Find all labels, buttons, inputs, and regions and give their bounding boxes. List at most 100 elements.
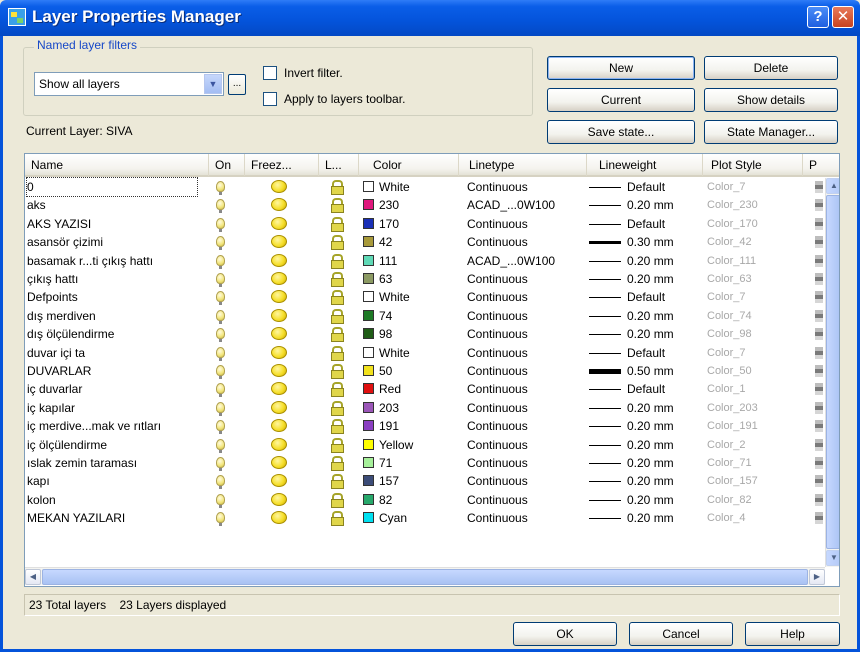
- layer-color[interactable]: 82: [363, 491, 453, 509]
- layer-color[interactable]: 42: [363, 233, 453, 251]
- layer-name[interactable]: ıslak zemin taraması: [27, 454, 197, 472]
- show-details-button[interactable]: Show details: [704, 88, 838, 112]
- column-header-plot-style[interactable]: Plot Style: [703, 154, 803, 176]
- layer-freeze-toggle[interactable]: [265, 491, 293, 509]
- layer-freeze-toggle[interactable]: [265, 215, 293, 233]
- layer-lineweight[interactable]: Default: [589, 380, 709, 398]
- layer-freeze-toggle[interactable]: [265, 344, 293, 362]
- column-header-color[interactable]: Color: [359, 154, 459, 176]
- layer-row[interactable]: dış ölçülendirme 98 Continuous 0.20 mm Color…: [25, 325, 825, 343]
- layer-lineweight[interactable]: 0.50 mm: [589, 362, 709, 380]
- layer-on-toggle[interactable]: [209, 215, 231, 233]
- layer-linetype[interactable]: Continuous: [467, 399, 571, 417]
- layer-freeze-toggle[interactable]: [265, 472, 293, 490]
- layer-color[interactable]: 230: [363, 196, 453, 214]
- close-button[interactable]: ✕: [832, 6, 854, 28]
- layer-freeze-toggle[interactable]: [265, 196, 293, 214]
- layer-row[interactable]: MEKAN YAZILARI Cyan Continuous 0.20 mm Color…: [25, 509, 825, 527]
- layer-row[interactable]: kolon 82 Continuous 0.20 mm Color_82: [25, 491, 825, 509]
- layer-freeze-toggle[interactable]: [265, 233, 293, 251]
- layer-lock-toggle[interactable]: [331, 380, 347, 398]
- layer-linetype[interactable]: Continuous: [467, 344, 571, 362]
- layer-lock-toggle[interactable]: [331, 196, 347, 214]
- layer-lock-toggle[interactable]: [331, 399, 347, 417]
- layer-freeze-toggle[interactable]: [265, 380, 293, 398]
- layer-name[interactable]: 0: [26, 177, 198, 197]
- layer-row[interactable]: çıkış hattı 63 Continuous 0.20 mm Color_63: [25, 270, 825, 288]
- layer-freeze-toggle[interactable]: [265, 417, 293, 435]
- layer-lineweight[interactable]: 0.20 mm: [589, 454, 709, 472]
- layer-freeze-toggle[interactable]: [265, 178, 293, 196]
- layer-color[interactable]: White: [363, 178, 453, 196]
- layer-name[interactable]: çıkış hattı: [27, 270, 197, 288]
- layer-color[interactable]: 191: [363, 417, 453, 435]
- layer-filter-select[interactable]: Show all layers ▼: [34, 72, 224, 96]
- layer-on-toggle[interactable]: [209, 380, 231, 398]
- layer-color[interactable]: 170: [363, 215, 453, 233]
- layer-lock-toggle[interactable]: [331, 325, 347, 343]
- save-state-button[interactable]: Save state...: [547, 120, 695, 144]
- horizontal-scrollbar[interactable]: ◀ ▶: [25, 567, 825, 585]
- layer-lock-toggle[interactable]: [331, 472, 347, 490]
- layer-linetype[interactable]: Continuous: [467, 509, 571, 527]
- layer-lock-toggle[interactable]: [331, 417, 347, 435]
- layer-linetype[interactable]: Continuous: [467, 178, 571, 196]
- current-button[interactable]: Current: [547, 88, 695, 112]
- layer-color[interactable]: Red: [363, 380, 453, 398]
- column-header-lineweight[interactable]: Lineweight: [587, 154, 703, 176]
- column-header-linetype[interactable]: Linetype: [459, 154, 587, 176]
- layer-row[interactable]: Defpoints White Continuous Default Color_7: [25, 288, 825, 306]
- layer-lineweight[interactable]: Default: [589, 215, 709, 233]
- layer-linetype[interactable]: Continuous: [467, 270, 571, 288]
- layer-linetype[interactable]: Continuous: [467, 417, 571, 435]
- layer-linetype[interactable]: Continuous: [467, 325, 571, 343]
- cancel-button[interactable]: Cancel: [629, 622, 733, 646]
- vertical-scroll-thumb[interactable]: [826, 195, 839, 549]
- scroll-right-icon[interactable]: ▶: [809, 569, 825, 585]
- layer-linetype[interactable]: Continuous: [467, 454, 571, 472]
- layer-linetype[interactable]: ACAD_...0W100: [467, 196, 571, 214]
- column-header-on[interactable]: On: [209, 154, 245, 176]
- apply-to-toolbar-checkbox[interactable]: [263, 92, 277, 106]
- layer-color[interactable]: Yellow: [363, 436, 453, 454]
- layer-color[interactable]: 71: [363, 454, 453, 472]
- layer-linetype[interactable]: Continuous: [467, 307, 571, 325]
- layer-linetype[interactable]: Continuous: [467, 215, 571, 233]
- layer-lineweight[interactable]: 0.20 mm: [589, 491, 709, 509]
- layer-color[interactable]: White: [363, 344, 453, 362]
- layer-name[interactable]: iç kapılar: [27, 399, 197, 417]
- layer-name[interactable]: MEKAN YAZILARI: [27, 509, 197, 527]
- help-button[interactable]: Help: [745, 622, 840, 646]
- layer-lock-toggle[interactable]: [331, 454, 347, 472]
- layer-linetype[interactable]: Continuous: [467, 436, 571, 454]
- layer-lock-toggle[interactable]: [331, 252, 347, 270]
- layer-on-toggle[interactable]: [209, 362, 231, 380]
- layer-row[interactable]: iç merdive...mak ve rıtları 191 Continuous…: [25, 417, 825, 435]
- layer-lock-toggle[interactable]: [331, 215, 347, 233]
- layer-linetype[interactable]: Continuous: [467, 288, 571, 306]
- layer-freeze-toggle[interactable]: [265, 362, 293, 380]
- layer-linetype[interactable]: Continuous: [467, 491, 571, 509]
- scroll-left-icon[interactable]: ◀: [25, 569, 41, 585]
- layer-name[interactable]: kolon: [27, 491, 197, 509]
- layer-freeze-toggle[interactable]: [265, 307, 293, 325]
- layer-lineweight[interactable]: Default: [589, 344, 709, 362]
- layer-name[interactable]: basamak r...ti çıkış hattı: [27, 252, 197, 270]
- layer-on-toggle[interactable]: [209, 454, 231, 472]
- layer-lineweight[interactable]: 0.20 mm: [589, 472, 709, 490]
- layer-on-toggle[interactable]: [209, 233, 231, 251]
- column-header-freeze[interactable]: Freez...: [245, 154, 319, 176]
- layer-on-toggle[interactable]: [209, 399, 231, 417]
- layer-lock-toggle[interactable]: [331, 307, 347, 325]
- layer-lock-toggle[interactable]: [331, 509, 347, 527]
- layer-name[interactable]: dış merdiven: [27, 307, 197, 325]
- layer-row[interactable]: dış merdiven 74 Continuous 0.20 mm Color_74: [25, 307, 825, 325]
- column-header-name[interactable]: Name: [25, 154, 209, 176]
- filter-browse-button[interactable]: ...: [228, 74, 246, 95]
- layer-on-toggle[interactable]: [209, 491, 231, 509]
- layer-color[interactable]: 74: [363, 307, 453, 325]
- scroll-down-icon[interactable]: ▼: [826, 550, 839, 566]
- layer-lineweight[interactable]: 0.20 mm: [589, 325, 709, 343]
- layer-lineweight[interactable]: 0.20 mm: [589, 399, 709, 417]
- delete-button[interactable]: Delete: [704, 56, 838, 80]
